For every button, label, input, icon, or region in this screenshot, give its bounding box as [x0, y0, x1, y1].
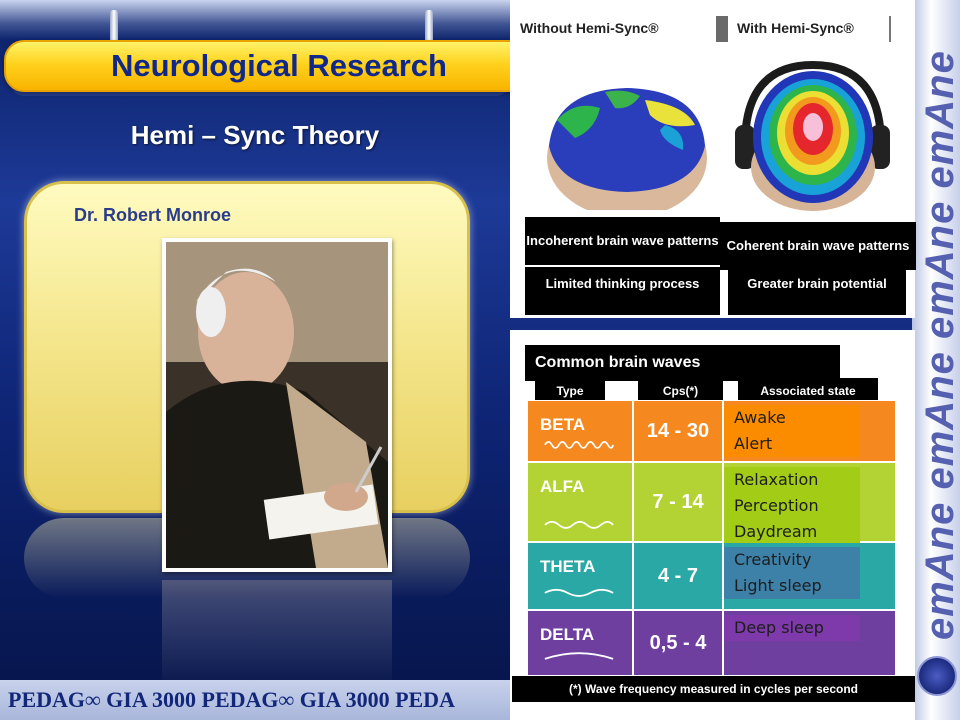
top-glow — [0, 0, 520, 40]
wave-state-cell: Relaxation Perception Daydream — [724, 463, 895, 545]
greater-potential-label: Greater brain potential — [728, 267, 906, 315]
wave-type-cell: THETA — [528, 543, 632, 609]
brain-waves-heading: Common brain waves — [525, 345, 840, 381]
wave-state-cell: Creativity Light sleep — [724, 543, 895, 609]
wave-state-text: Alert — [734, 434, 773, 453]
page-title: Neurological Research — [111, 48, 447, 83]
wave-row-delta: DELTA 0,5 - 4 Deep sleep — [528, 611, 895, 675]
label-separator-right — [889, 16, 891, 42]
incoherent-brain-head-icon — [547, 88, 707, 210]
label-separator — [716, 16, 728, 42]
limited-thinking-label: Limited thinking process — [525, 267, 720, 315]
person-name: Dr. Robert Monroe — [74, 205, 232, 225]
without-label: Without Hemi-Sync® — [520, 20, 659, 36]
wave-state-text: Daydream — [734, 522, 818, 541]
wave-type-cell: ALFA — [528, 463, 632, 541]
wave-pattern-icon — [544, 520, 614, 529]
col-header-type: Type — [535, 378, 605, 400]
wave-state-text: Light sleep — [734, 576, 822, 595]
wave-type-label: ALFA — [540, 477, 585, 496]
wave-type-label: THETA — [540, 557, 596, 576]
wave-type-cell: BETA — [528, 401, 632, 461]
with-label: With Hemi-Sync® — [737, 20, 854, 36]
wave-state-text: Relaxation — [734, 470, 819, 489]
wave-row-theta: THETA 4 - 7 Creativity Light sleep — [528, 543, 895, 609]
side-brand-strip: emAne emAne emAne emAne — [912, 0, 960, 720]
incoherent-desc: Incoherent brain wave patterns — [525, 217, 720, 265]
subtitle: Hemi – Sync Theory — [130, 120, 380, 150]
wave-pattern-icon — [544, 588, 614, 597]
brand-seal-icon — [917, 656, 957, 696]
side-brand-text: emAne emAne emAne emAne — [918, 50, 960, 640]
wave-state-box: Deep sleep — [724, 615, 860, 641]
wave-pattern-icon — [544, 440, 614, 449]
footer-brand-strip: PEDAG∞ GIA 3000 PEDAG∞ GIA 3000 PEDA — [0, 680, 515, 720]
wave-type-cell: DELTA — [528, 611, 632, 675]
portrait-photo — [166, 242, 388, 568]
col-header-state: Associated state — [738, 378, 878, 400]
wave-state-text: Awake — [734, 408, 786, 427]
footnote: (*) Wave frequency measured in cycles pe… — [512, 676, 915, 702]
photo-reflection — [162, 580, 392, 690]
wave-state-text: Creativity — [734, 550, 812, 569]
wave-state-text: Deep sleep — [734, 618, 824, 637]
portrait-photo-frame — [162, 238, 392, 572]
wave-cps-cell: 0,5 - 4 — [634, 611, 722, 675]
wave-state-box: Relaxation Perception Daydream — [724, 467, 860, 545]
wave-row-alfa: ALFA 7 - 14 Relaxation Perception Daydream — [528, 463, 895, 545]
wave-cps-cell: 7 - 14 — [634, 463, 722, 541]
wave-state-cell: Awake Alert — [724, 401, 895, 461]
wave-state-box: Creativity Light sleep — [724, 547, 860, 599]
coherent-brain-head-icon — [735, 60, 890, 211]
wave-row-beta: BETA 14 - 30 Awake Alert — [528, 401, 895, 461]
coherent-desc: Coherent brain wave patterns — [720, 222, 916, 270]
col-header-cps: Cps(*) — [638, 378, 723, 400]
footer-brand-text: PEDAG∞ GIA 3000 PEDAG∞ GIA 3000 PEDA — [8, 687, 455, 712]
wave-cps-cell: 4 - 7 — [634, 543, 722, 609]
wave-cps-cell: 14 - 30 — [634, 401, 722, 461]
wave-pattern-icon — [544, 652, 614, 660]
wave-type-label: BETA — [540, 415, 586, 434]
wave-state-cell: Deep sleep — [724, 611, 895, 675]
wave-state-box: Awake Alert — [724, 405, 860, 457]
wave-state-text: Perception — [734, 496, 819, 515]
wave-type-label: DELTA — [540, 625, 595, 644]
